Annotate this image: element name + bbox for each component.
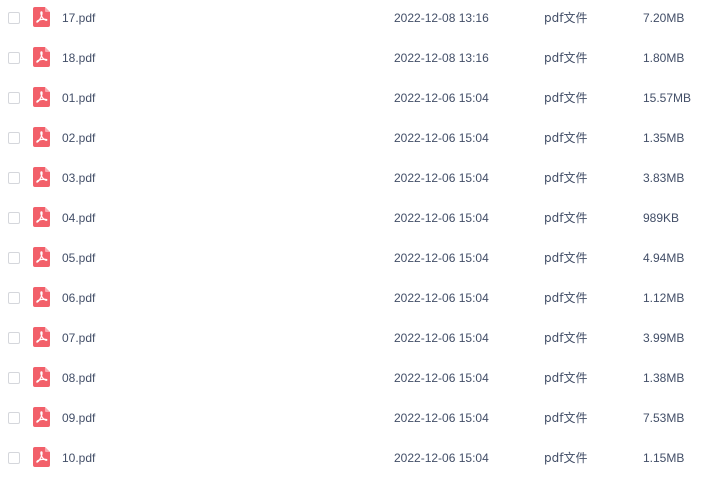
file-size: 15.57MB (643, 91, 692, 105)
file-size: 4.94MB (643, 251, 685, 265)
file-name[interactable]: 18.pdf (62, 51, 95, 65)
file-date: 2022-12-06 15:04 (394, 171, 489, 185)
file-size: 1.35MB (643, 131, 685, 145)
file-row[interactable]: 02.pdf 2022-12-06 15:04 pdf文件 1.35MB (0, 120, 710, 160)
file-name[interactable]: 03.pdf (62, 171, 95, 185)
file-date: 2022-12-08 13:16 (394, 51, 489, 65)
file-type: pdf文件 (544, 11, 588, 25)
pdf-file-icon (33, 207, 50, 227)
row-checkbox[interactable] (8, 292, 20, 304)
file-name[interactable]: 02.pdf (62, 131, 95, 145)
file-date: 2022-12-06 15:04 (394, 291, 489, 305)
file-type: pdf文件 (544, 91, 588, 105)
file-row[interactable]: 07.pdf 2022-12-06 15:04 pdf文件 3.99MB (0, 320, 710, 360)
file-name[interactable]: 01.pdf (62, 91, 95, 105)
file-date: 2022-12-08 13:16 (394, 11, 489, 25)
file-size: 989KB (643, 211, 680, 225)
file-date: 2022-12-06 15:04 (394, 331, 489, 345)
file-size: 1.80MB (643, 51, 685, 65)
file-row[interactable]: 17.pdf 2022-12-08 13:16 pdf文件 7.20MB (0, 0, 710, 40)
pdf-file-icon (33, 447, 50, 467)
row-checkbox[interactable] (8, 92, 20, 104)
file-size: 1.15MB (643, 451, 685, 465)
file-size: 7.53MB (643, 411, 685, 425)
file-list: 17.pdf 2022-12-08 13:16 pdf文件 7.20MB 18.… (0, 0, 710, 480)
file-name[interactable]: 07.pdf (62, 331, 95, 345)
file-date: 2022-12-06 15:04 (394, 91, 489, 105)
row-checkbox[interactable] (8, 332, 20, 344)
file-type: pdf文件 (544, 371, 588, 385)
pdf-file-icon (33, 287, 50, 307)
file-name[interactable]: 05.pdf (62, 251, 95, 265)
pdf-file-icon (33, 87, 50, 107)
file-type: pdf文件 (544, 451, 588, 465)
file-name[interactable]: 04.pdf (62, 211, 95, 225)
file-name[interactable]: 10.pdf (62, 451, 95, 465)
pdf-file-icon (33, 247, 50, 267)
row-checkbox[interactable] (8, 412, 20, 424)
file-type: pdf文件 (544, 251, 588, 265)
file-type: pdf文件 (544, 171, 588, 185)
row-checkbox[interactable] (8, 132, 20, 144)
file-date: 2022-12-06 15:04 (394, 211, 489, 225)
row-checkbox[interactable] (8, 372, 20, 384)
file-name[interactable]: 17.pdf (62, 11, 95, 25)
file-name[interactable]: 09.pdf (62, 411, 95, 425)
row-checkbox[interactable] (8, 252, 20, 264)
file-row[interactable]: 03.pdf 2022-12-06 15:04 pdf文件 3.83MB (0, 160, 710, 200)
pdf-file-icon (33, 7, 50, 27)
pdf-file-icon (33, 327, 50, 347)
pdf-file-icon (33, 407, 50, 427)
pdf-file-icon (33, 167, 50, 187)
file-row[interactable]: 18.pdf 2022-12-08 13:16 pdf文件 1.80MB (0, 40, 710, 80)
file-type: pdf文件 (544, 411, 588, 425)
file-row[interactable]: 05.pdf 2022-12-06 15:04 pdf文件 4.94MB (0, 240, 710, 280)
row-checkbox[interactable] (8, 452, 20, 464)
file-row[interactable]: 01.pdf 2022-12-06 15:04 pdf文件 15.57MB (0, 80, 710, 120)
file-date: 2022-12-06 15:04 (394, 451, 489, 465)
pdf-file-icon (33, 367, 50, 387)
row-checkbox[interactable] (8, 172, 20, 184)
file-size: 1.38MB (643, 371, 685, 385)
file-date: 2022-12-06 15:04 (394, 411, 489, 425)
file-name[interactable]: 06.pdf (62, 291, 95, 305)
file-type: pdf文件 (544, 331, 588, 345)
file-size: 7.20MB (643, 11, 685, 25)
pdf-file-icon (33, 47, 50, 67)
file-date: 2022-12-06 15:04 (394, 131, 489, 145)
file-size: 1.12MB (643, 291, 685, 305)
file-row[interactable]: 09.pdf 2022-12-06 15:04 pdf文件 7.53MB (0, 400, 710, 440)
row-checkbox[interactable] (8, 52, 20, 64)
file-type: pdf文件 (544, 211, 588, 225)
file-row[interactable]: 06.pdf 2022-12-06 15:04 pdf文件 1.12MB (0, 280, 710, 320)
file-date: 2022-12-06 15:04 (394, 251, 489, 265)
file-type: pdf文件 (544, 291, 588, 305)
row-checkbox[interactable] (8, 212, 20, 224)
file-row[interactable]: 08.pdf 2022-12-06 15:04 pdf文件 1.38MB (0, 360, 710, 400)
file-size: 3.99MB (643, 331, 685, 345)
file-size: 3.83MB (643, 171, 685, 185)
row-checkbox[interactable] (8, 12, 20, 24)
file-type: pdf文件 (544, 131, 588, 145)
pdf-file-icon (33, 127, 50, 147)
file-name[interactable]: 08.pdf (62, 371, 95, 385)
file-date: 2022-12-06 15:04 (394, 371, 489, 385)
file-row[interactable]: 10.pdf 2022-12-06 15:04 pdf文件 1.15MB (0, 440, 710, 480)
file-row[interactable]: 04.pdf 2022-12-06 15:04 pdf文件 989KB (0, 200, 710, 240)
file-type: pdf文件 (544, 51, 588, 65)
